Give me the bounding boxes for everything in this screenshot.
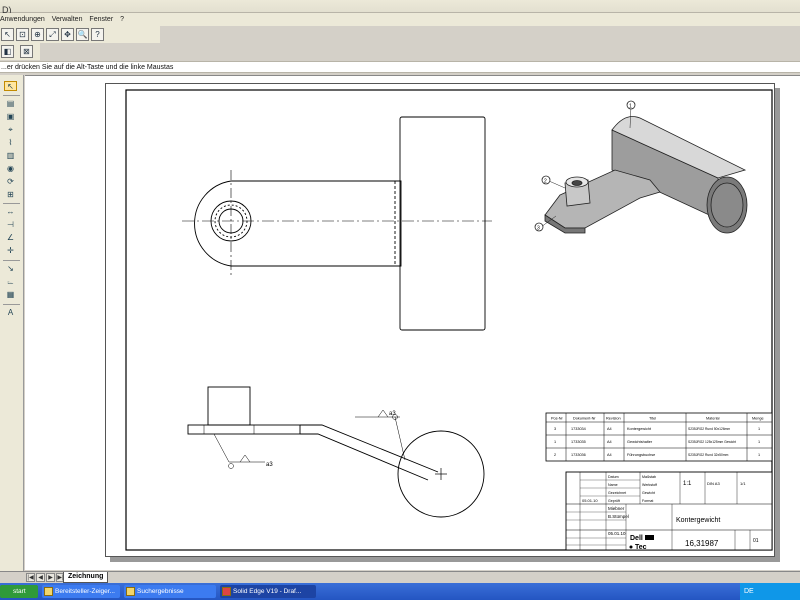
weld-label-2: a3	[389, 411, 396, 417]
parts-cell: 1733034	[571, 427, 586, 431]
parts-cell: Kontergewicht	[627, 427, 652, 431]
parts-cell: Führungsbuchse	[627, 453, 655, 457]
start-button[interactable]: start	[0, 585, 38, 598]
language-indicator[interactable]: DE	[744, 588, 754, 595]
tb-field: Werkstoff	[642, 483, 657, 487]
tb-field: Gezeichnet	[608, 491, 626, 495]
prev-sheet-icon[interactable]: ◀	[36, 573, 45, 582]
tb-field: Name	[608, 483, 618, 487]
parts-cell: 1	[758, 440, 760, 444]
isometric-view[interactable]	[534, 100, 748, 234]
title-block[interactable]: Datum Name Gezeichnet Geprüft Maßstab We…	[565, 471, 773, 551]
parts-cell: A4	[607, 453, 612, 457]
top-view[interactable]	[182, 116, 492, 331]
tb-company-2: Tec	[635, 544, 647, 551]
company-logo-dot	[629, 545, 633, 549]
parts-header-qty: Menge	[752, 417, 764, 421]
tb-checked-by: B.Stümpel	[608, 514, 629, 519]
folder-icon	[44, 587, 53, 596]
tb-date-2: 05.01.10	[608, 531, 626, 536]
parts-cell: 1	[758, 427, 760, 431]
parts-cell: 1733036	[571, 453, 586, 457]
taskbar: start Bereitsteller-Zeiger... Suchergebn…	[0, 583, 800, 600]
parts-cell: S235JRG2 Rund 50x126mm	[688, 427, 730, 431]
parts-cell: A4	[607, 427, 612, 431]
tb-company-1: Dell	[630, 535, 643, 542]
tb-field: Gewicht	[642, 491, 655, 495]
tb-date: 05.01.10	[582, 498, 598, 503]
parts-cell: A4	[607, 440, 612, 444]
parts-cell: 3	[554, 427, 556, 431]
balloon-1-label: 1	[629, 104, 632, 110]
sheet-tab-zeichnung[interactable]: Zeichnung	[63, 572, 109, 583]
company-logo-block	[645, 535, 654, 540]
first-sheet-icon[interactable]: |◀	[26, 573, 35, 582]
weld-label-1: a3	[266, 462, 273, 468]
taskbar-item-label: Suchergebnisse	[137, 588, 184, 595]
parts-header-pos: Pos-Nr	[551, 417, 564, 421]
taskbar-item-active[interactable]: Solid Edge V19 - Draf...	[220, 585, 316, 598]
taskbar-item-label: Bereitsteller-Zeiger...	[55, 588, 115, 595]
tb-scale: 1:1	[683, 481, 692, 487]
parts-cell: 1733035	[571, 440, 586, 444]
parts-cell: 1	[554, 440, 556, 444]
sheet-tab-strip: |◀ ◀ ▶ ▶| Zeichnung	[0, 571, 800, 583]
system-tray: DE	[740, 583, 800, 600]
tb-field: Datum	[608, 475, 619, 479]
parts-list-table[interactable]: Pos-Nr Dokument-Nr Revision Titel Materi…	[545, 412, 773, 462]
tb-drawing-number: 16,31987	[685, 539, 719, 548]
tb-field: Geprüft	[608, 499, 620, 503]
tb-format: DIN A3	[707, 481, 720, 486]
tb-title: Kontergewicht	[676, 517, 720, 524]
search-icon	[126, 587, 135, 596]
parts-cell: S235JRG2 Rund 32x50mm	[688, 453, 729, 457]
balloon-2-label: 2	[544, 179, 547, 185]
parts-header-title: Titel	[649, 417, 656, 421]
parts-cell: 2	[554, 453, 556, 457]
parts-cell: S235JRG2 125x125mm Gewicht	[688, 440, 736, 444]
tb-drawn-by: Miebner	[608, 506, 625, 511]
drawing-canvas[interactable]: 1 2 3 a3 a3 Pos-Nr Dokument-Nr Revision …	[0, 0, 800, 600]
taskbar-item[interactable]: Bereitsteller-Zeiger...	[42, 585, 120, 598]
next-sheet-icon[interactable]: ▶	[46, 573, 55, 582]
tb-field: Format	[642, 499, 653, 503]
parts-header-doc: Dokument-Nr	[573, 417, 596, 421]
side-view[interactable]	[187, 386, 485, 518]
tb-revision: 01	[753, 538, 759, 544]
parts-cell: Gewichtshalter	[627, 440, 653, 444]
tb-sheet: 1/1	[740, 481, 746, 486]
taskbar-item[interactable]: Suchergebnisse	[124, 585, 216, 598]
taskbar-item-label: Solid Edge V19 - Draf...	[233, 588, 302, 595]
parts-cell: 1	[758, 453, 760, 457]
tb-field: Maßstab	[642, 475, 656, 479]
balloon-3-label: 3	[537, 226, 540, 232]
parts-header-material: Material	[706, 417, 720, 421]
solid-edge-icon	[222, 587, 231, 596]
parts-header-rev: Revision	[606, 417, 621, 421]
